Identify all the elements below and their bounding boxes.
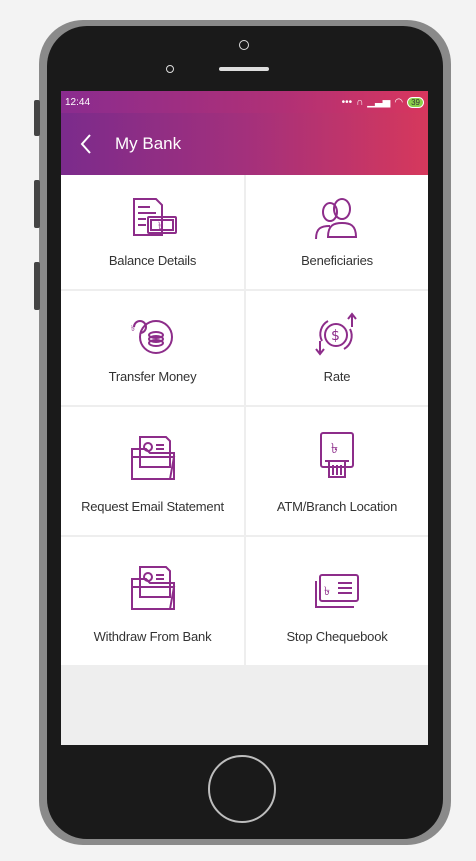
tile-label: Transfer Money [108, 369, 197, 384]
app-header: My Bank [61, 113, 428, 175]
email-statement-icon [130, 436, 175, 480]
svg-text:$: $ [331, 328, 340, 344]
tile-stop-chequebook[interactable]: ৳ Stop Chequebook [246, 537, 428, 665]
wifi-icon: ◠ [394, 96, 404, 108]
svg-text:৳: ৳ [131, 324, 135, 333]
back-button[interactable] [79, 133, 101, 155]
chequebook-icon: ৳ [315, 574, 359, 608]
transfer-money-icon: ৳ [131, 320, 173, 354]
status-bar: 12:44 ••• ∩ ▁▃▅ ◠ 39 [61, 91, 428, 113]
tile-label: Stop Chequebook [286, 629, 388, 644]
tile-rate[interactable]: $ Rate [246, 291, 428, 405]
menu-grid: ৳ Balance Details Beneficiaries ৳ Transf… [61, 175, 428, 665]
battery-icon: 39 [407, 96, 424, 108]
page-title: My Bank [115, 134, 182, 153]
headset-icon: ∩ [356, 96, 364, 108]
svg-text:৳: ৳ [331, 441, 338, 457]
tile-label: Withdraw From Bank [93, 629, 212, 644]
tile-request-email-statement[interactable]: Request Email Statement [61, 407, 244, 535]
more-dots-icon: ••• [341, 96, 353, 108]
tile-beneficiaries[interactable]: Beneficiaries [246, 175, 428, 289]
signal-icon: ▁▃▅ [367, 96, 391, 108]
svg-text:৳: ৳ [324, 584, 330, 598]
tile-label: Rate [323, 369, 351, 384]
rate-icon: $ [315, 312, 357, 356]
home-button[interactable] [208, 755, 276, 823]
tile-balance-details[interactable]: ৳ Balance Details [61, 175, 244, 289]
svg-text:৳: ৳ [158, 221, 163, 232]
tile-transfer-money[interactable]: ৳ Transfer Money [61, 291, 244, 405]
speaker-grille [219, 67, 269, 71]
status-time: 12:44 [65, 96, 91, 108]
chevron-left-icon [80, 134, 91, 154]
side-button [34, 262, 40, 310]
tile-atm-branch-location[interactable]: ৳ ATM/Branch Location [246, 407, 428, 535]
atm-icon: ৳ [320, 432, 354, 478]
front-camera [239, 40, 249, 50]
side-button [34, 100, 40, 136]
status-icons: ••• ∩ ▁▃▅ ◠ 39 [341, 96, 424, 108]
tile-label: Balance Details [108, 253, 197, 268]
withdraw-icon [130, 566, 175, 610]
tile-label: Request Email Statement [81, 499, 224, 514]
balance-details-icon: ৳ [132, 198, 177, 236]
tile-withdraw-from-bank[interactable]: Withdraw From Bank [61, 537, 244, 665]
sensor [166, 65, 174, 73]
beneficiaries-icon [315, 198, 358, 240]
tile-label: ATM/Branch Location [276, 499, 398, 514]
app-screen: 12:44 ••• ∩ ▁▃▅ ◠ 39 My Bank ৳ Balance D… [61, 91, 428, 745]
side-button [34, 180, 40, 228]
tile-label: Beneficiaries [301, 253, 373, 268]
